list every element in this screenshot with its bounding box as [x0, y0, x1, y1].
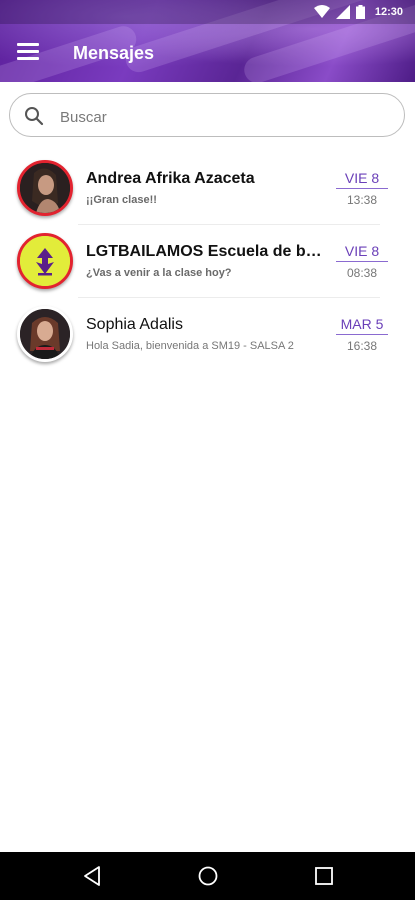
search-icon[interactable]	[24, 106, 44, 126]
page-title: Mensajes	[73, 43, 155, 63]
app-header: 12:30 Mensajes	[0, 0, 415, 82]
system-nav-bar	[0, 852, 415, 900]
message-date: VIE 8	[336, 243, 388, 262]
avatar[interactable]	[17, 233, 73, 289]
message-time: 08:38	[346, 266, 378, 280]
recents-icon[interactable]	[312, 864, 336, 888]
message-time: 16:38	[346, 339, 378, 353]
home-icon[interactable]	[196, 864, 220, 888]
battery-icon	[355, 5, 365, 19]
message-preview: ¿Vas a venir a la clase hoy?	[86, 267, 232, 279]
search-input[interactable]	[58, 104, 382, 130]
contact-name: Andrea Afrika Azaceta	[86, 170, 255, 187]
school-logo-icon	[20, 236, 70, 286]
back-icon[interactable]	[80, 864, 104, 888]
conversation-item[interactable]: Sophia Adalis Hola Sadia, bienvenida a S…	[0, 298, 415, 371]
status-time: 12:30	[374, 6, 403, 18]
hamburger-menu-icon[interactable]	[17, 41, 41, 65]
message-preview: Hola Sadia, bienvenida a SM19 - SALSA 2	[86, 340, 294, 352]
contact-name: Sophia Adalis	[86, 316, 183, 333]
signal-icon	[335, 5, 350, 19]
message-preview: ¡¡Gran clase!!	[86, 194, 157, 206]
conversation-list: Andrea Afrika Azaceta ¡¡Gran clase!! VIE…	[0, 152, 415, 371]
message-time: 13:38	[346, 193, 378, 207]
conversation-item[interactable]: Andrea Afrika Azaceta ¡¡Gran clase!! VIE…	[0, 152, 415, 225]
avatar[interactable]	[17, 160, 73, 216]
search-bar[interactable]	[9, 93, 405, 137]
message-date: VIE 8	[336, 170, 388, 189]
conversation-item[interactable]: LGTBAILAMOS Escuela de baile ¿Vas a veni…	[0, 225, 415, 298]
message-date: MAR 5	[336, 316, 388, 335]
contact-name: LGTBAILAMOS Escuela de baile	[86, 243, 326, 260]
status-bar: 12:30	[0, 0, 415, 24]
wifi-icon	[313, 5, 330, 18]
avatar[interactable]	[17, 306, 73, 362]
